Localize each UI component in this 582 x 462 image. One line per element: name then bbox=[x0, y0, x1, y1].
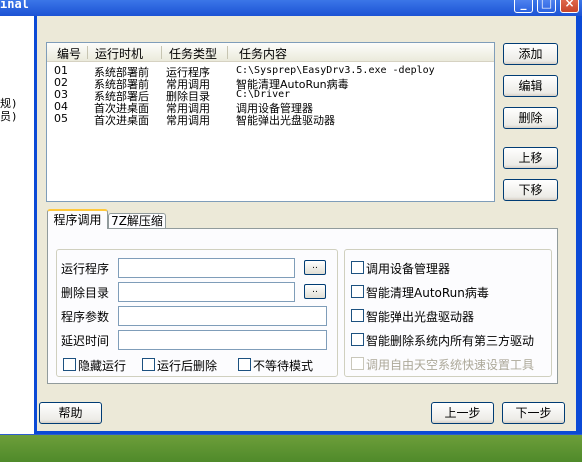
task-list-header: 编号 运行时机 任务类型 任务内容 bbox=[47, 43, 494, 62]
run-program-input[interactable] bbox=[118, 258, 295, 278]
task-content: 智能弹出光盘驱动器 bbox=[236, 114, 335, 127]
clean-autorun-label[interactable]: 智能清理AutoRun病毒 bbox=[366, 284, 489, 301]
minimize-button[interactable]: _ bbox=[514, 0, 533, 13]
column-divider[interactable] bbox=[227, 46, 228, 59]
params-label: 程序参数 bbox=[61, 310, 110, 324]
tab-7z-extract[interactable]: 7Z解压缩 bbox=[108, 213, 166, 229]
tab-program-call[interactable]: 程序调用 bbox=[47, 209, 108, 229]
column-header-id[interactable]: 编号 bbox=[57, 45, 81, 62]
task-type: 常用调用 bbox=[166, 114, 210, 127]
task-id: 05 bbox=[54, 112, 68, 125]
delete-after-run-label[interactable]: 运行后删除 bbox=[157, 357, 217, 374]
column-header-content[interactable]: 任务内容 bbox=[239, 45, 287, 62]
window-title: inal bbox=[0, 0, 29, 11]
browse-dir-button[interactable]: .. bbox=[304, 284, 326, 299]
add-button[interactable]: 添加 bbox=[503, 43, 558, 65]
column-header-type[interactable]: 任务类型 bbox=[169, 45, 217, 62]
window-frame-left bbox=[34, 16, 37, 434]
delete-after-run-checkbox[interactable] bbox=[142, 358, 155, 371]
title-bar[interactable]: inal _ □ × bbox=[0, 0, 582, 16]
column-divider[interactable] bbox=[87, 46, 88, 59]
maximize-button[interactable]: □ bbox=[537, 0, 556, 13]
eject-cdrom-label[interactable]: 智能弹出光盘驱动器 bbox=[366, 308, 474, 325]
help-button[interactable]: 帮助 bbox=[39, 402, 102, 424]
clean-autorun-checkbox[interactable] bbox=[351, 285, 364, 298]
delay-input[interactable] bbox=[118, 330, 327, 350]
task-content: C:\Driver bbox=[236, 89, 291, 100]
close-button[interactable]: × bbox=[560, 0, 579, 13]
window-frame-right bbox=[576, 16, 582, 434]
move-down-button[interactable]: 下移 bbox=[503, 179, 558, 201]
remove-drivers-checkbox[interactable] bbox=[351, 333, 364, 346]
delay-label: 延迟时间 bbox=[61, 334, 110, 348]
params-input[interactable] bbox=[118, 306, 327, 326]
quick-settings-label: 调用自由天空系统快速设置工具 bbox=[366, 358, 535, 372]
no-wait-checkbox[interactable] bbox=[238, 358, 251, 371]
eject-cdrom-checkbox[interactable] bbox=[351, 309, 364, 322]
delete-dir-input[interactable] bbox=[118, 282, 295, 302]
delete-dir-label: 删除目录 bbox=[61, 286, 110, 300]
previous-button[interactable]: 上一步 bbox=[431, 402, 494, 424]
no-wait-label[interactable]: 不等待模式 bbox=[253, 357, 313, 374]
hide-run-checkbox[interactable] bbox=[63, 358, 76, 371]
task-content: C:\Sysprep\EasyDrv3.5.exe -deploy bbox=[236, 65, 435, 76]
task-row[interactable]: 05 首次进桌面 常用调用 智能弹出光盘驱动器 bbox=[47, 112, 494, 127]
move-up-button[interactable]: 上移 bbox=[503, 147, 558, 169]
task-timing: 首次进桌面 bbox=[94, 114, 149, 127]
background-window: 规) 员) bbox=[0, 16, 35, 434]
next-button[interactable]: 下一步 bbox=[502, 402, 565, 424]
device-manager-label[interactable]: 调用设备管理器 bbox=[366, 260, 450, 277]
device-manager-checkbox[interactable] bbox=[351, 261, 364, 274]
column-divider[interactable] bbox=[161, 46, 162, 59]
run-program-label: 运行程序 bbox=[61, 262, 110, 276]
remove-drivers-label[interactable]: 智能删除系统内所有第三方驱动 bbox=[366, 332, 534, 349]
task-list[interactable]: 编号 运行时机 任务类型 任务内容 01 系统部署前 运行程序 C:\Syspr… bbox=[46, 42, 495, 202]
background-text-line: 员) bbox=[0, 110, 18, 123]
quick-settings-checkbox bbox=[351, 357, 364, 370]
delete-button[interactable]: 删除 bbox=[503, 107, 558, 129]
edit-button[interactable]: 编辑 bbox=[503, 75, 558, 97]
desktop-background bbox=[0, 435, 582, 462]
browse-program-button[interactable]: .. bbox=[304, 260, 326, 275]
hide-run-label[interactable]: 隐藏运行 bbox=[78, 357, 126, 374]
column-header-timing[interactable]: 运行时机 bbox=[95, 45, 143, 62]
